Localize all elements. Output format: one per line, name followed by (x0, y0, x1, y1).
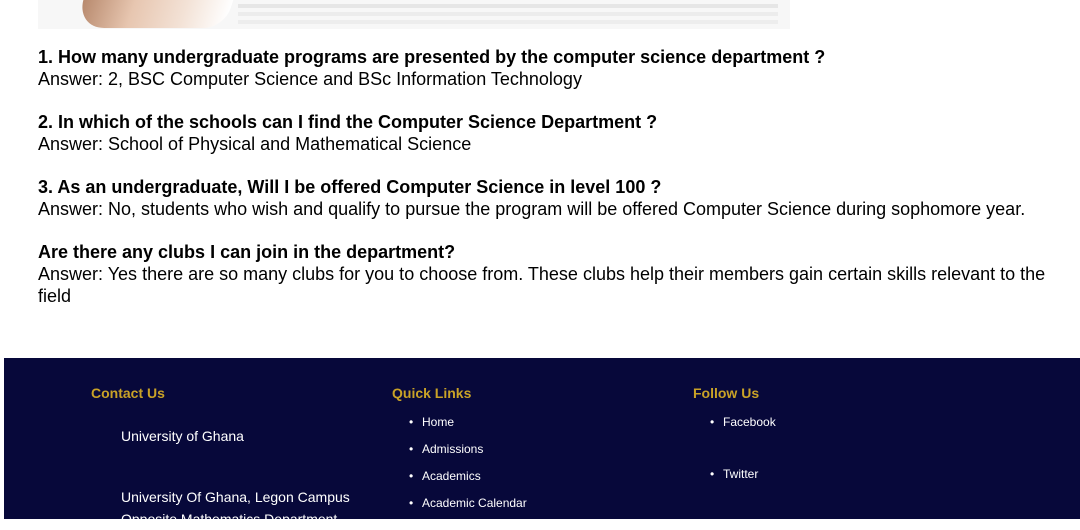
hero-arm-graphic (74, 0, 240, 28)
quick-links-heading: Quick Links (392, 385, 472, 401)
academic-calendar-link[interactable]: Academic Calendar (422, 496, 527, 510)
footer-contact: Contact Us University of Ghana Universit… (91, 384, 350, 530)
site-footer: Contact Us University of Ghana Universit… (4, 358, 1080, 527)
faq-question: 1. How many undergraduate programs are p… (38, 47, 826, 67)
quick-link-item: Admissions (409, 442, 527, 469)
footer-quick-links: Quick Links Home Admissions Academics Ac… (392, 384, 527, 523)
quick-links-list: Home Admissions Academics Academic Calen… (392, 415, 527, 523)
contact-address-line: Opposite Mathematics Department (121, 511, 338, 527)
faq-item: Are there any clubs I can join in the de… (38, 241, 1048, 307)
faq-question: Are there any clubs I can join in the de… (38, 242, 456, 262)
home-link[interactable]: Home (422, 415, 454, 429)
faq-answer: Answer: School of Physical and Mathemati… (38, 134, 472, 154)
footer-follow: Follow Us Facebook Twitter (693, 384, 776, 494)
contact-address: University Of Ghana, Legon Campus Opposi… (121, 486, 350, 530)
facebook-link[interactable]: Facebook (723, 415, 776, 429)
quick-link-item: Academics (409, 469, 527, 496)
hero-image (38, 0, 790, 29)
faq-answer: Answer: Yes there are so many clubs for … (38, 264, 1046, 306)
faq-item: 1. How many undergraduate programs are p… (38, 46, 1048, 90)
contact-institution: University of Ghana (121, 428, 244, 444)
admissions-link[interactable]: Admissions (422, 442, 483, 456)
social-links-list: Facebook Twitter (693, 415, 776, 494)
academics-link[interactable]: Academics (422, 469, 481, 483)
social-link-item: Facebook (710, 415, 776, 442)
hero-text-faded (238, 4, 778, 8)
faq-item: 3. As an undergraduate, Will I be offere… (38, 176, 1048, 220)
faq-section: 1. How many undergraduate programs are p… (38, 46, 1048, 328)
social-link-item: Twitter (710, 467, 776, 494)
contact-address-line: University Of Ghana, Legon Campus (121, 489, 350, 505)
faq-answer: Answer: No, students who wish and qualif… (38, 199, 1026, 219)
follow-heading: Follow Us (693, 385, 760, 401)
quick-link-item: Home (409, 415, 527, 442)
faq-answer: Answer: 2, BSC Computer Science and BSc … (38, 69, 582, 89)
faq-question: 2. In which of the schools can I find th… (38, 112, 658, 132)
contact-heading: Contact Us (91, 385, 165, 401)
twitter-link[interactable]: Twitter (723, 467, 758, 481)
faq-question: 3. As an undergraduate, Will I be offere… (38, 177, 662, 197)
faq-item: 2. In which of the schools can I find th… (38, 111, 1048, 155)
